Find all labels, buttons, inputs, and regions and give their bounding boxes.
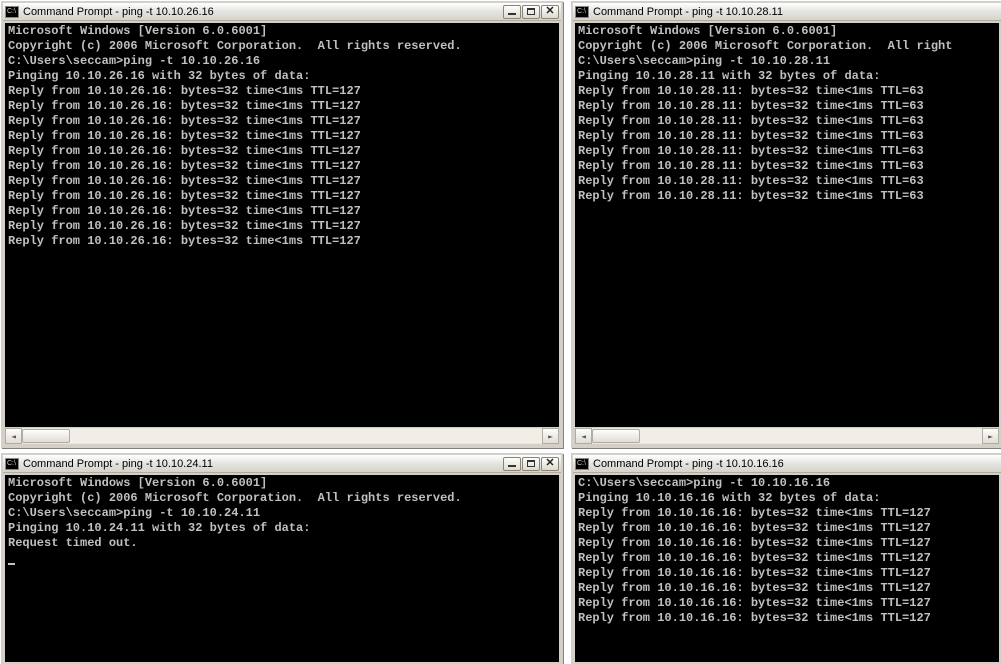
output-line: Copyright (c) 2006 Microsoft Corporation… [8, 491, 556, 506]
ping-reply-line: Reply from 10.10.16.16: bytes=32 time<1m… [578, 566, 996, 581]
ping-reply-line: Reply from 10.10.16.16: bytes=32 time<1m… [578, 581, 996, 596]
command-prompt-window: C:\ Command Prompt - ping -t 10.10.28.11 M… [571, 1, 1001, 448]
minimize-icon [508, 13, 516, 15]
client-area: C:\Users\seccam>ping -t 10.10.16.16Pingi… [575, 475, 999, 662]
minimize-button[interactable] [503, 5, 521, 19]
horizontal-scrollbar[interactable] [5, 427, 559, 444]
scroll-thumb[interactable] [22, 429, 70, 443]
maximize-icon [527, 460, 535, 467]
ping-reply-line: Reply from 10.10.26.16: bytes=32 time<1m… [8, 99, 556, 114]
cmd-icon: C:\ [575, 6, 589, 18]
cmd-icon: C:\ [575, 458, 589, 470]
close-button[interactable]: ✕ [541, 457, 559, 471]
client-area: Microsoft Windows [Version 6.0.6001]Copy… [5, 475, 559, 662]
scroll-thumb[interactable] [592, 429, 640, 443]
output-line: Copyright (c) 2006 Microsoft Corporation… [8, 39, 556, 54]
output-line: Microsoft Windows [Version 6.0.6001] [8, 476, 556, 491]
horizontal-scrollbar[interactable] [575, 427, 999, 444]
output-line: Request timed out. [8, 536, 556, 551]
output-line: Microsoft Windows [Version 6.0.6001] [8, 24, 556, 39]
output-line: Copyright (c) 2006 Microsoft Corporation… [578, 39, 996, 54]
ping-reply-line: Reply from 10.10.16.16: bytes=32 time<1m… [578, 596, 996, 611]
text-cursor [8, 563, 15, 565]
terminal-output[interactable]: Microsoft Windows [Version 6.0.6001]Copy… [5, 475, 559, 662]
ping-reply-line: Reply from 10.10.26.16: bytes=32 time<1m… [8, 129, 556, 144]
output-line: Pinging 10.10.16.16 with 32 bytes of dat… [578, 491, 996, 506]
scroll-left-button[interactable] [5, 428, 22, 444]
terminal-output[interactable]: Microsoft Windows [Version 6.0.6001]Copy… [575, 23, 999, 427]
titlebar[interactable]: C:\ Command Prompt - ping -t 10.10.24.11 ✕ [3, 455, 561, 473]
ping-reply-line: Reply from 10.10.26.16: bytes=32 time<1m… [8, 234, 556, 249]
output-line: C:\Users\seccam>ping -t 10.10.24.11 [8, 506, 556, 521]
ping-reply-line: Reply from 10.10.16.16: bytes=32 time<1m… [578, 611, 996, 626]
command-prompt-window: C:\ Command Prompt - ping -t 10.10.24.11 ✕… [1, 453, 563, 664]
output-line: C:\Users\seccam>ping -t 10.10.28.11 [578, 54, 996, 69]
terminal-output[interactable]: Microsoft Windows [Version 6.0.6001]Copy… [5, 23, 559, 427]
client-area: Microsoft Windows [Version 6.0.6001]Copy… [5, 23, 559, 444]
ping-reply-line: Reply from 10.10.26.16: bytes=32 time<1m… [8, 189, 556, 204]
cmd-icon: C:\ [5, 6, 19, 18]
close-icon: ✕ [545, 6, 554, 17]
cmd-icon: C:\ [5, 458, 19, 470]
ping-reply-line: Reply from 10.10.28.11: bytes=32 time<1m… [578, 174, 996, 189]
ping-reply-line: Reply from 10.10.26.16: bytes=32 time<1m… [8, 204, 556, 219]
scroll-right-button[interactable] [542, 428, 559, 444]
ping-reply-line: Reply from 10.10.16.16: bytes=32 time<1m… [578, 521, 996, 536]
ping-reply-line: Reply from 10.10.28.11: bytes=32 time<1m… [578, 99, 996, 114]
ping-reply-line: Reply from 10.10.26.16: bytes=32 time<1m… [8, 159, 556, 174]
minimize-button[interactable] [503, 457, 521, 471]
window-title: Command Prompt - ping -t 10.10.16.16 [593, 458, 784, 470]
output-line: Pinging 10.10.24.11 with 32 bytes of dat… [8, 521, 556, 536]
titlebar[interactable]: C:\ Command Prompt - ping -t 10.10.28.11 [573, 3, 1001, 21]
scroll-track[interactable] [592, 428, 982, 444]
output-line: Pinging 10.10.26.16 with 32 bytes of dat… [8, 69, 556, 84]
scroll-left-button[interactable] [575, 428, 592, 444]
scroll-right-button[interactable] [982, 428, 999, 444]
ping-reply-line: Reply from 10.10.26.16: bytes=32 time<1m… [8, 84, 556, 99]
window-title: Command Prompt - ping -t 10.10.26.16 [23, 6, 214, 18]
close-button[interactable]: ✕ [541, 5, 559, 19]
output-line: C:\Users\seccam>ping -t 10.10.26.16 [8, 54, 556, 69]
command-prompt-window: C:\Command Prompt - ping -t 10.10.16.16C… [571, 453, 1001, 664]
window-title: Command Prompt - ping -t 10.10.28.11 [593, 6, 783, 18]
ping-reply-line: Reply from 10.10.28.11: bytes=32 time<1m… [578, 129, 996, 144]
scroll-track[interactable] [22, 428, 542, 444]
ping-reply-line: Reply from 10.10.28.11: bytes=32 time<1m… [578, 144, 996, 159]
cursor-line [8, 551, 556, 566]
output-line: Pinging 10.10.28.11 with 32 bytes of dat… [578, 69, 996, 84]
terminal-output[interactable]: C:\Users\seccam>ping -t 10.10.16.16Pingi… [575, 475, 999, 662]
maximize-button[interactable] [522, 457, 540, 471]
maximize-button[interactable] [522, 5, 540, 19]
ping-reply-line: Reply from 10.10.28.11: bytes=32 time<1m… [578, 114, 996, 129]
window-title: Command Prompt - ping -t 10.10.24.11 [23, 458, 213, 470]
ping-reply-line: Reply from 10.10.26.16: bytes=32 time<1m… [8, 114, 556, 129]
ping-reply-line: Reply from 10.10.26.16: bytes=32 time<1m… [8, 174, 556, 189]
ping-reply-line: Reply from 10.10.16.16: bytes=32 time<1m… [578, 536, 996, 551]
output-line: Microsoft Windows [Version 6.0.6001] [578, 24, 996, 39]
ping-reply-line: Reply from 10.10.26.16: bytes=32 time<1m… [8, 144, 556, 159]
close-icon: ✕ [545, 458, 554, 469]
ping-reply-line: Reply from 10.10.28.11: bytes=32 time<1m… [578, 159, 996, 174]
ping-reply-line: Reply from 10.10.16.16: bytes=32 time<1m… [578, 506, 996, 521]
command-prompt-window: C:\ Command Prompt - ping -t 10.10.26.16 ✕… [1, 1, 563, 448]
window-controls: ✕ [503, 5, 559, 19]
minimize-icon [508, 465, 516, 467]
ping-reply-line: Reply from 10.10.16.16: bytes=32 time<1m… [578, 551, 996, 566]
ping-reply-line: Reply from 10.10.28.11: bytes=32 time<1m… [578, 189, 996, 204]
output-line: C:\Users\seccam>ping -t 10.10.16.16 [578, 476, 996, 491]
ping-reply-line: Reply from 10.10.28.11: bytes=32 time<1m… [578, 84, 996, 99]
window-controls: ✕ [503, 457, 559, 471]
maximize-icon [527, 8, 535, 15]
client-area: Microsoft Windows [Version 6.0.6001]Copy… [575, 23, 999, 444]
titlebar[interactable]: C:\ Command Prompt - ping -t 10.10.16.16 [573, 455, 1001, 473]
titlebar[interactable]: C:\ Command Prompt - ping -t 10.10.26.16 ✕ [3, 3, 561, 21]
ping-reply-line: Reply from 10.10.26.16: bytes=32 time<1m… [8, 219, 556, 234]
